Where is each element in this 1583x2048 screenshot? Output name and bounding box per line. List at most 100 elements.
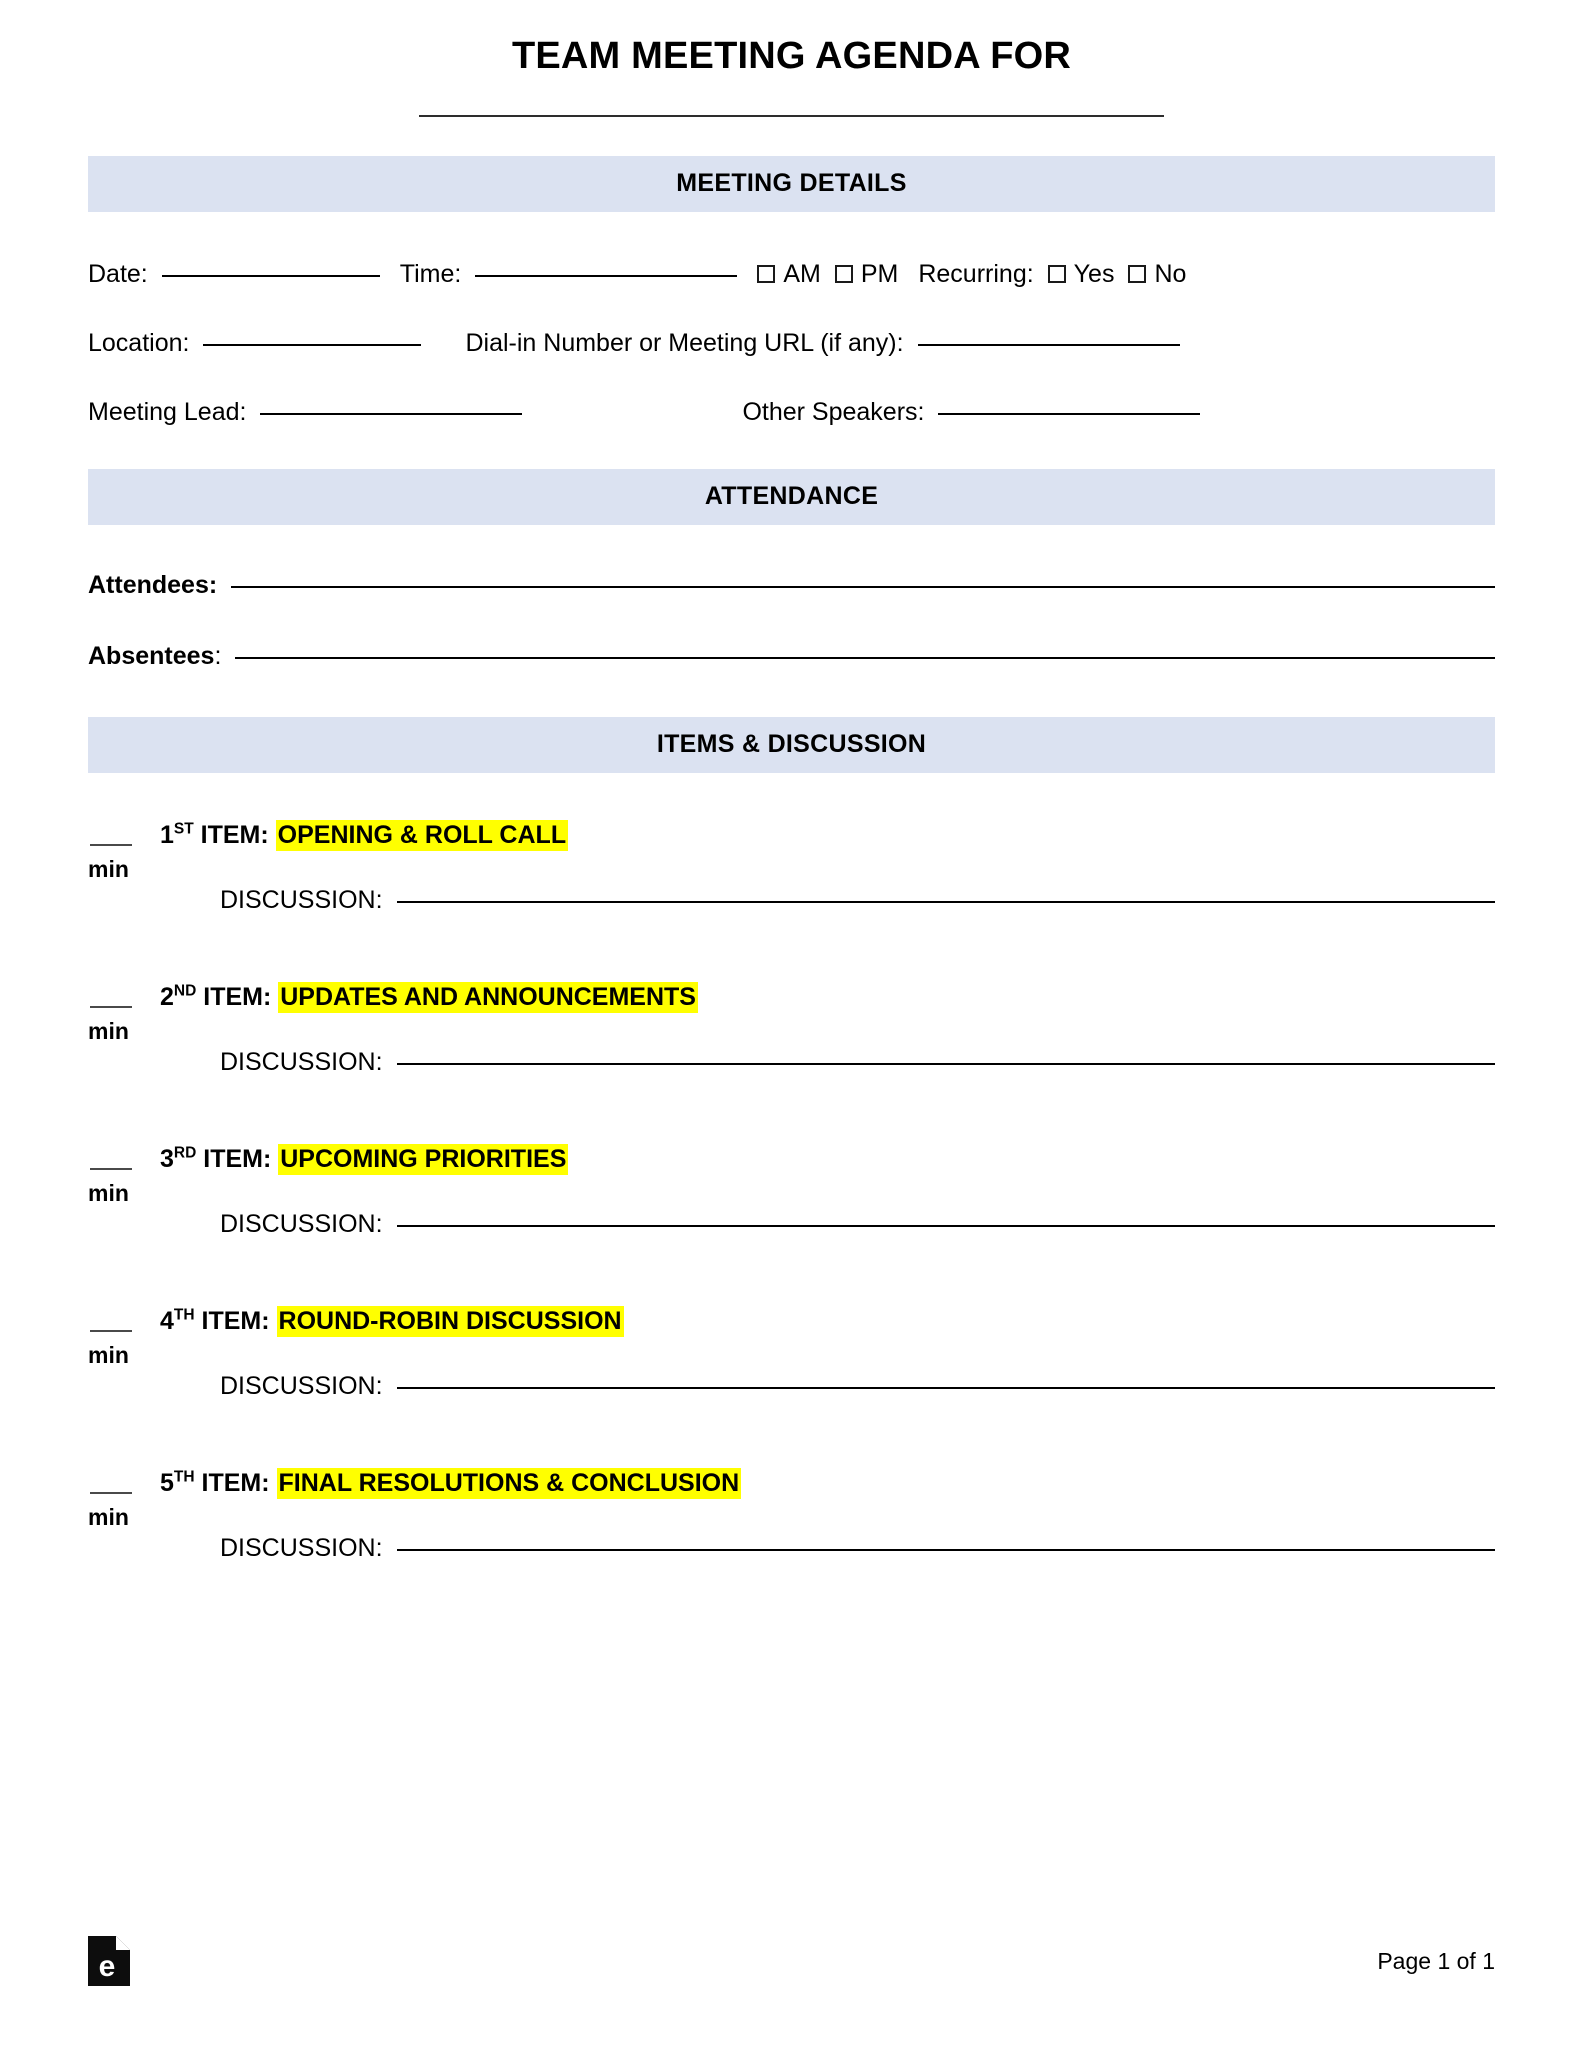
time-label: Time: <box>399 259 462 288</box>
duration-field: min <box>88 1469 160 1531</box>
duration-unit-label: min <box>88 855 129 882</box>
recurring-yes-checkbox[interactable] <box>1047 264 1066 283</box>
document-page: TEAM MEETING AGENDA FOR MEETING DETAILS … <box>0 0 1583 2048</box>
agenda-item-ordinal: 4 <box>160 1306 174 1335</box>
agenda-item-body: 5TH ITEM: FINAL RESOLUTIONS & CONCLUSION… <box>160 1467 1495 1563</box>
discussion-label: DISCUSSION: <box>220 1047 383 1076</box>
meeting-lead-label: Meeting Lead: <box>88 397 247 426</box>
duration-input-line[interactable] <box>90 1491 132 1494</box>
section-header-meeting-details: MEETING DETAILS <box>88 155 1495 212</box>
page-footer: e Page 1 of 1 <box>88 1936 1495 1986</box>
other-speakers-label: Other Speakers: <box>742 397 925 426</box>
pm-label: PM <box>860 259 899 288</box>
agenda-item: min 4TH ITEM: ROUND-ROBIN DISCUSSION DIS… <box>88 1305 1495 1401</box>
row-absentees: Absentees : <box>88 642 1495 671</box>
duration-unit-label: min <box>88 1341 129 1368</box>
duration-input-line[interactable] <box>90 1329 132 1332</box>
section-header-items-discussion-label: ITEMS & DISCUSSION <box>656 730 927 759</box>
agenda-item-word: ITEM: <box>194 1306 277 1335</box>
page-number: Page 1 of 1 <box>1377 1947 1495 1974</box>
discussion-input-line[interactable] <box>396 900 1495 903</box>
duration-input-line[interactable] <box>90 1005 132 1008</box>
agenda-item-discussion: DISCUSSION: <box>160 1372 1495 1401</box>
agenda-item-word: ITEM: <box>196 982 279 1011</box>
recurring-yes-label: Yes <box>1073 259 1115 288</box>
agenda-item-ordinal-suffix: TH <box>173 1306 195 1324</box>
agenda-item-discussion: DISCUSSION: <box>160 886 1495 915</box>
agenda-item-ordinal: 2 <box>160 982 174 1011</box>
duration-unit-label: min <box>88 1179 129 1206</box>
agenda-item-word: ITEM: <box>194 1468 277 1497</box>
title-blank-line[interactable] <box>419 114 1164 117</box>
discussion-label: DISCUSSION: <box>220 1209 383 1238</box>
duration-unit-label: min <box>88 1017 129 1044</box>
discussion-input-line[interactable] <box>396 1224 1495 1227</box>
date-label: Date: <box>88 259 148 288</box>
meeting-details-content: Date: Time: AM PM Recurring: Yes No Loca… <box>0 212 1583 427</box>
agenda-item-ordinal: 3 <box>160 1144 174 1173</box>
section-header-attendance: ATTENDANCE <box>88 468 1495 525</box>
agenda-item-ordinal: 1 <box>160 820 174 849</box>
row-attendees: Attendees: <box>88 571 1495 600</box>
agenda-item-discussion: DISCUSSION: <box>160 1534 1495 1563</box>
attendees-label: Attendees: <box>88 570 218 599</box>
agenda-item: min 5TH ITEM: FINAL RESOLUTIONS & CONCLU… <box>88 1467 1495 1563</box>
agenda-item-ordinal: 5 <box>160 1468 174 1497</box>
agenda-item-name: ROUND-ROBIN DISCUSSION <box>276 1305 624 1337</box>
dialin-input-line[interactable] <box>917 343 1180 346</box>
duration-input-line[interactable] <box>90 1167 132 1170</box>
agenda-item-ordinal-suffix: TH <box>173 1468 195 1486</box>
location-input-line[interactable] <box>203 343 422 346</box>
attendance-content: Attendees: Absentees : <box>0 525 1583 671</box>
agenda-item: min 2ND ITEM: UPDATES AND ANNOUNCEMENTS … <box>88 981 1495 1077</box>
agenda-item-title: 2ND ITEM: UPDATES AND ANNOUNCEMENTS <box>160 981 1495 1013</box>
duration-field: min <box>88 1145 160 1207</box>
date-input-line[interactable] <box>161 274 380 277</box>
agenda-item-discussion: DISCUSSION: <box>160 1048 1495 1077</box>
absentees-input-line[interactable] <box>235 656 1495 659</box>
other-speakers-input-line[interactable] <box>938 412 1201 415</box>
discussion-label: DISCUSSION: <box>220 885 383 914</box>
items-discussion-content: min 1ST ITEM: OPENING & ROLL CALL DISCUS… <box>0 773 1583 1563</box>
row-lead-speakers: Meeting Lead: Other Speakers: <box>88 398 1495 427</box>
meeting-lead-input-line[interactable] <box>260 412 523 415</box>
pm-checkbox[interactable] <box>834 264 853 283</box>
discussion-input-line[interactable] <box>396 1548 1495 1551</box>
section-header-attendance-label: ATTENDANCE <box>704 482 879 511</box>
title-blank-line-wrap <box>0 104 1583 122</box>
dialin-label: Dial-in Number or Meeting URL (if any): <box>465 328 904 357</box>
agenda-item-ordinal-suffix: ND <box>173 982 197 1000</box>
recurring-no-checkbox[interactable] <box>1128 264 1147 283</box>
duration-input-line[interactable] <box>90 843 132 846</box>
discussion-input-line[interactable] <box>396 1386 1495 1389</box>
am-checkbox[interactable] <box>757 264 776 283</box>
location-label: Location: <box>88 328 190 357</box>
svg-text:e: e <box>99 1950 116 1983</box>
row-date-time: Date: Time: AM PM Recurring: Yes No <box>88 260 1495 289</box>
agenda-item-ordinal-suffix: RD <box>173 1144 197 1162</box>
discussion-input-line[interactable] <box>396 1062 1495 1065</box>
agenda-item-title: 5TH ITEM: FINAL RESOLUTIONS & CONCLUSION <box>160 1467 1495 1499</box>
agenda-item: min 1ST ITEM: OPENING & ROLL CALL DISCUS… <box>88 819 1495 915</box>
eforms-logo-icon[interactable]: e <box>88 1936 130 1986</box>
agenda-item-title: 4TH ITEM: ROUND-ROBIN DISCUSSION <box>160 1305 1495 1337</box>
agenda-item-ordinal-suffix: ST <box>173 820 194 838</box>
agenda-item-name: OPENING & ROLL CALL <box>275 819 569 851</box>
duration-unit-label: min <box>88 1503 129 1530</box>
agenda-item-title: 3RD ITEM: UPCOMING PRIORITIES <box>160 1143 1495 1175</box>
duration-field: min <box>88 983 160 1045</box>
duration-field: min <box>88 1307 160 1369</box>
am-label: AM <box>783 259 821 288</box>
agenda-item-body: 3RD ITEM: UPCOMING PRIORITIES DISCUSSION… <box>160 1143 1495 1239</box>
section-header-items-discussion: ITEMS & DISCUSSION <box>88 716 1495 773</box>
agenda-item-title: 1ST ITEM: OPENING & ROLL CALL <box>160 819 1495 851</box>
time-input-line[interactable] <box>475 274 738 277</box>
recurring-no-label: No <box>1154 259 1187 288</box>
agenda-item-word: ITEM: <box>196 1144 279 1173</box>
agenda-item-word: ITEM: <box>193 820 276 849</box>
agenda-item-name: FINAL RESOLUTIONS & CONCLUSION <box>276 1467 742 1499</box>
absentees-colon: : <box>214 641 222 670</box>
recurring-label: Recurring: <box>918 259 1034 288</box>
absentees-label: Absentees <box>88 641 215 670</box>
attendees-input-line[interactable] <box>231 585 1495 588</box>
